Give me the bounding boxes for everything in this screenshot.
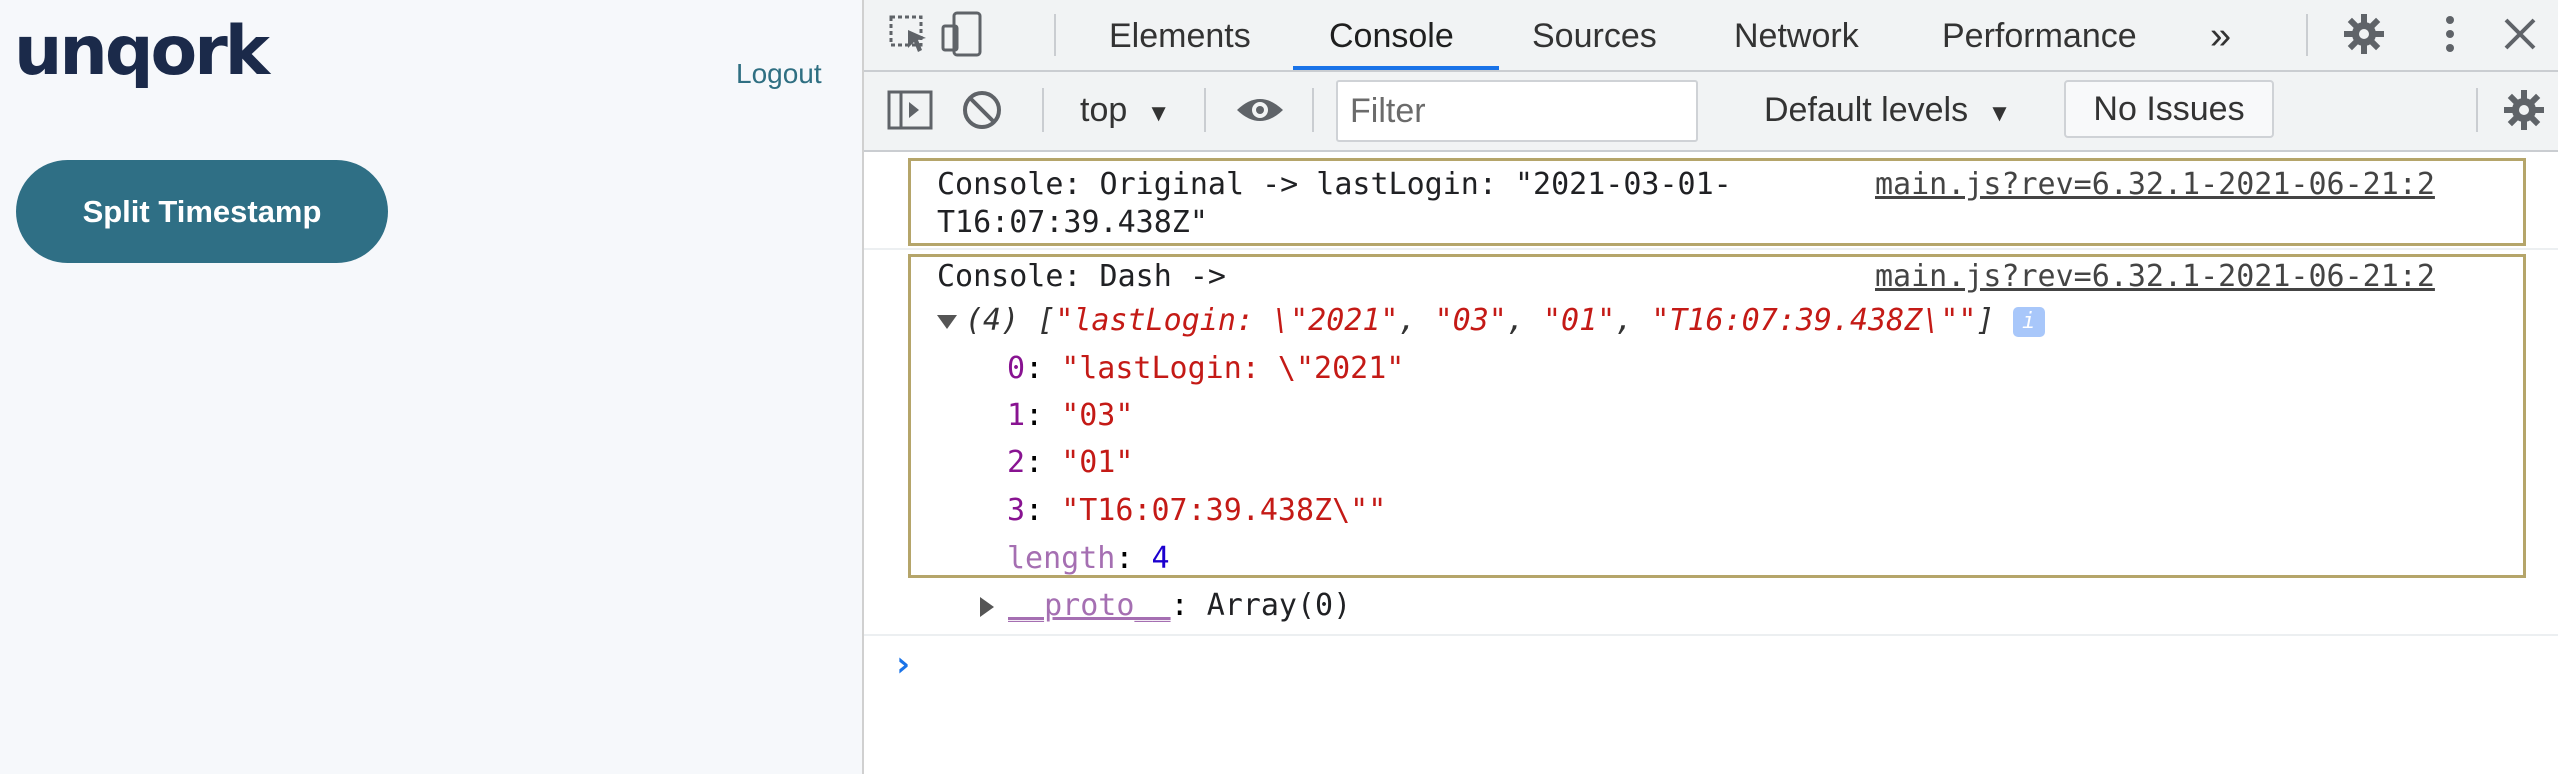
tab-network[interactable]: Network	[1734, 10, 1859, 62]
array-entry: 1: "03"	[1007, 398, 1134, 433]
devtools-tabbar: Elements Console Sources Network Perform…	[864, 0, 2558, 72]
dropdown-caret-icon: ▼	[1146, 100, 1171, 127]
toolbar-divider	[1054, 14, 1056, 56]
proto-key: __proto__	[1008, 588, 1171, 623]
console-prompt-icon[interactable]: ›	[892, 644, 914, 685]
entry-value: "01"	[1061, 445, 1134, 480]
split-timestamp-button[interactable]: Split Timestamp	[16, 160, 388, 263]
array-entry: 3: "T16:07:39.438Z\""	[1007, 493, 1387, 528]
tab-console[interactable]: Console	[1329, 10, 1454, 62]
entry-index: 3	[1007, 493, 1026, 528]
entry-value: "T16:07:39.438Z\""	[1061, 493, 1387, 528]
live-expression-icon[interactable]	[1234, 84, 1286, 136]
expand-triangle-icon[interactable]	[980, 596, 994, 617]
message-divider	[864, 248, 2558, 250]
console-message: Console: Original -> lastLogin: "2021-03…	[908, 158, 2526, 246]
log-levels-select[interactable]: Default levels ▼	[1764, 84, 2011, 136]
entry-index: 2	[1007, 445, 1026, 480]
message-text-line: T16:07:39.438Z"	[937, 205, 1208, 240]
issues-button[interactable]: No Issues	[2064, 80, 2274, 138]
toolbar-divider	[1204, 88, 1206, 132]
array-preview-item: "03"	[1434, 303, 1507, 338]
toolbar-divider	[1312, 88, 1314, 132]
source-link[interactable]: main.js?rev=6.32.1-2021-06-21:2	[1875, 255, 2435, 299]
length-value: 4	[1151, 541, 1170, 576]
entry-index: 0	[1007, 351, 1026, 386]
console-output: Console: Original -> lastLogin: "2021-03…	[864, 152, 2558, 774]
length-key: length	[1007, 541, 1116, 576]
toolbar-divider	[2476, 88, 2478, 132]
info-icon[interactable]: i	[2012, 306, 2045, 337]
console-message: Console: Dash -> main.js?rev=6.32.1-2021…	[908, 254, 2526, 578]
gear-icon[interactable]	[2338, 8, 2390, 60]
array-preview-item: "lastLogin: \"2021"	[1055, 303, 1399, 338]
context-select[interactable]: top ▼	[1080, 84, 1170, 136]
array-length: length: 4	[1007, 541, 1170, 576]
tab-sources[interactable]: Sources	[1532, 10, 1657, 62]
devtools-panel: Elements Console Sources Network Perform…	[862, 0, 2558, 774]
proto-entry[interactable]: __proto__: Array(0)	[980, 584, 1351, 628]
message-divider	[864, 634, 2558, 636]
proto-value: Array(0)	[1206, 588, 1352, 623]
clear-console-icon[interactable]	[956, 84, 1008, 136]
entry-index: 1	[1007, 398, 1026, 433]
message-text: Console: Dash ->	[937, 259, 1226, 294]
filter-input[interactable]: Filter	[1336, 80, 1698, 142]
close-icon[interactable]	[2494, 8, 2546, 60]
toolbar-divider	[1042, 88, 1044, 132]
source-link[interactable]: main.js?rev=6.32.1-2021-06-21:2	[1875, 163, 2435, 207]
expand-triangle-icon[interactable]	[937, 314, 957, 329]
array-preview-item: "T16:07:39.438Z\""	[1651, 303, 1977, 338]
tab-performance[interactable]: Performance	[1942, 10, 2137, 62]
array-preview-item: "01"	[1542, 303, 1616, 338]
array-count: (4)	[965, 303, 1020, 338]
sidebar-toggle-icon[interactable]	[884, 84, 936, 136]
more-tabs-button[interactable]: »	[2210, 10, 2231, 62]
array-entry: 2: "01"	[1007, 445, 1134, 480]
unqork-logo: unqork	[14, 12, 270, 91]
dropdown-caret-icon: ▼	[1987, 100, 2012, 127]
device-toolbar-icon[interactable]	[936, 8, 988, 60]
context-value: top	[1080, 91, 1128, 129]
kebab-menu-icon[interactable]	[2424, 8, 2476, 60]
array-summary[interactable]: (4) ["lastLogin: \"2021", "03", "01", "T…	[937, 299, 2045, 343]
inspect-icon[interactable]	[884, 8, 936, 60]
logout-link[interactable]: Logout	[736, 58, 822, 90]
app-pane: unqork Logout Split Timestamp	[0, 0, 862, 774]
active-tab-indicator	[1293, 66, 1499, 70]
entry-value: "lastLogin: \"2021"	[1061, 351, 1405, 386]
log-levels-value: Default levels	[1764, 91, 1969, 129]
console-settings-gear-icon[interactable]	[2498, 84, 2550, 136]
tab-elements[interactable]: Elements	[1109, 10, 1251, 62]
entry-value: "03"	[1061, 398, 1134, 433]
console-toolbar: top ▼ Filter Default levels ▼ No Issues	[864, 72, 2558, 152]
toolbar-divider	[2306, 14, 2308, 56]
array-entry: 0: "lastLogin: \"2021"	[1007, 351, 1405, 386]
